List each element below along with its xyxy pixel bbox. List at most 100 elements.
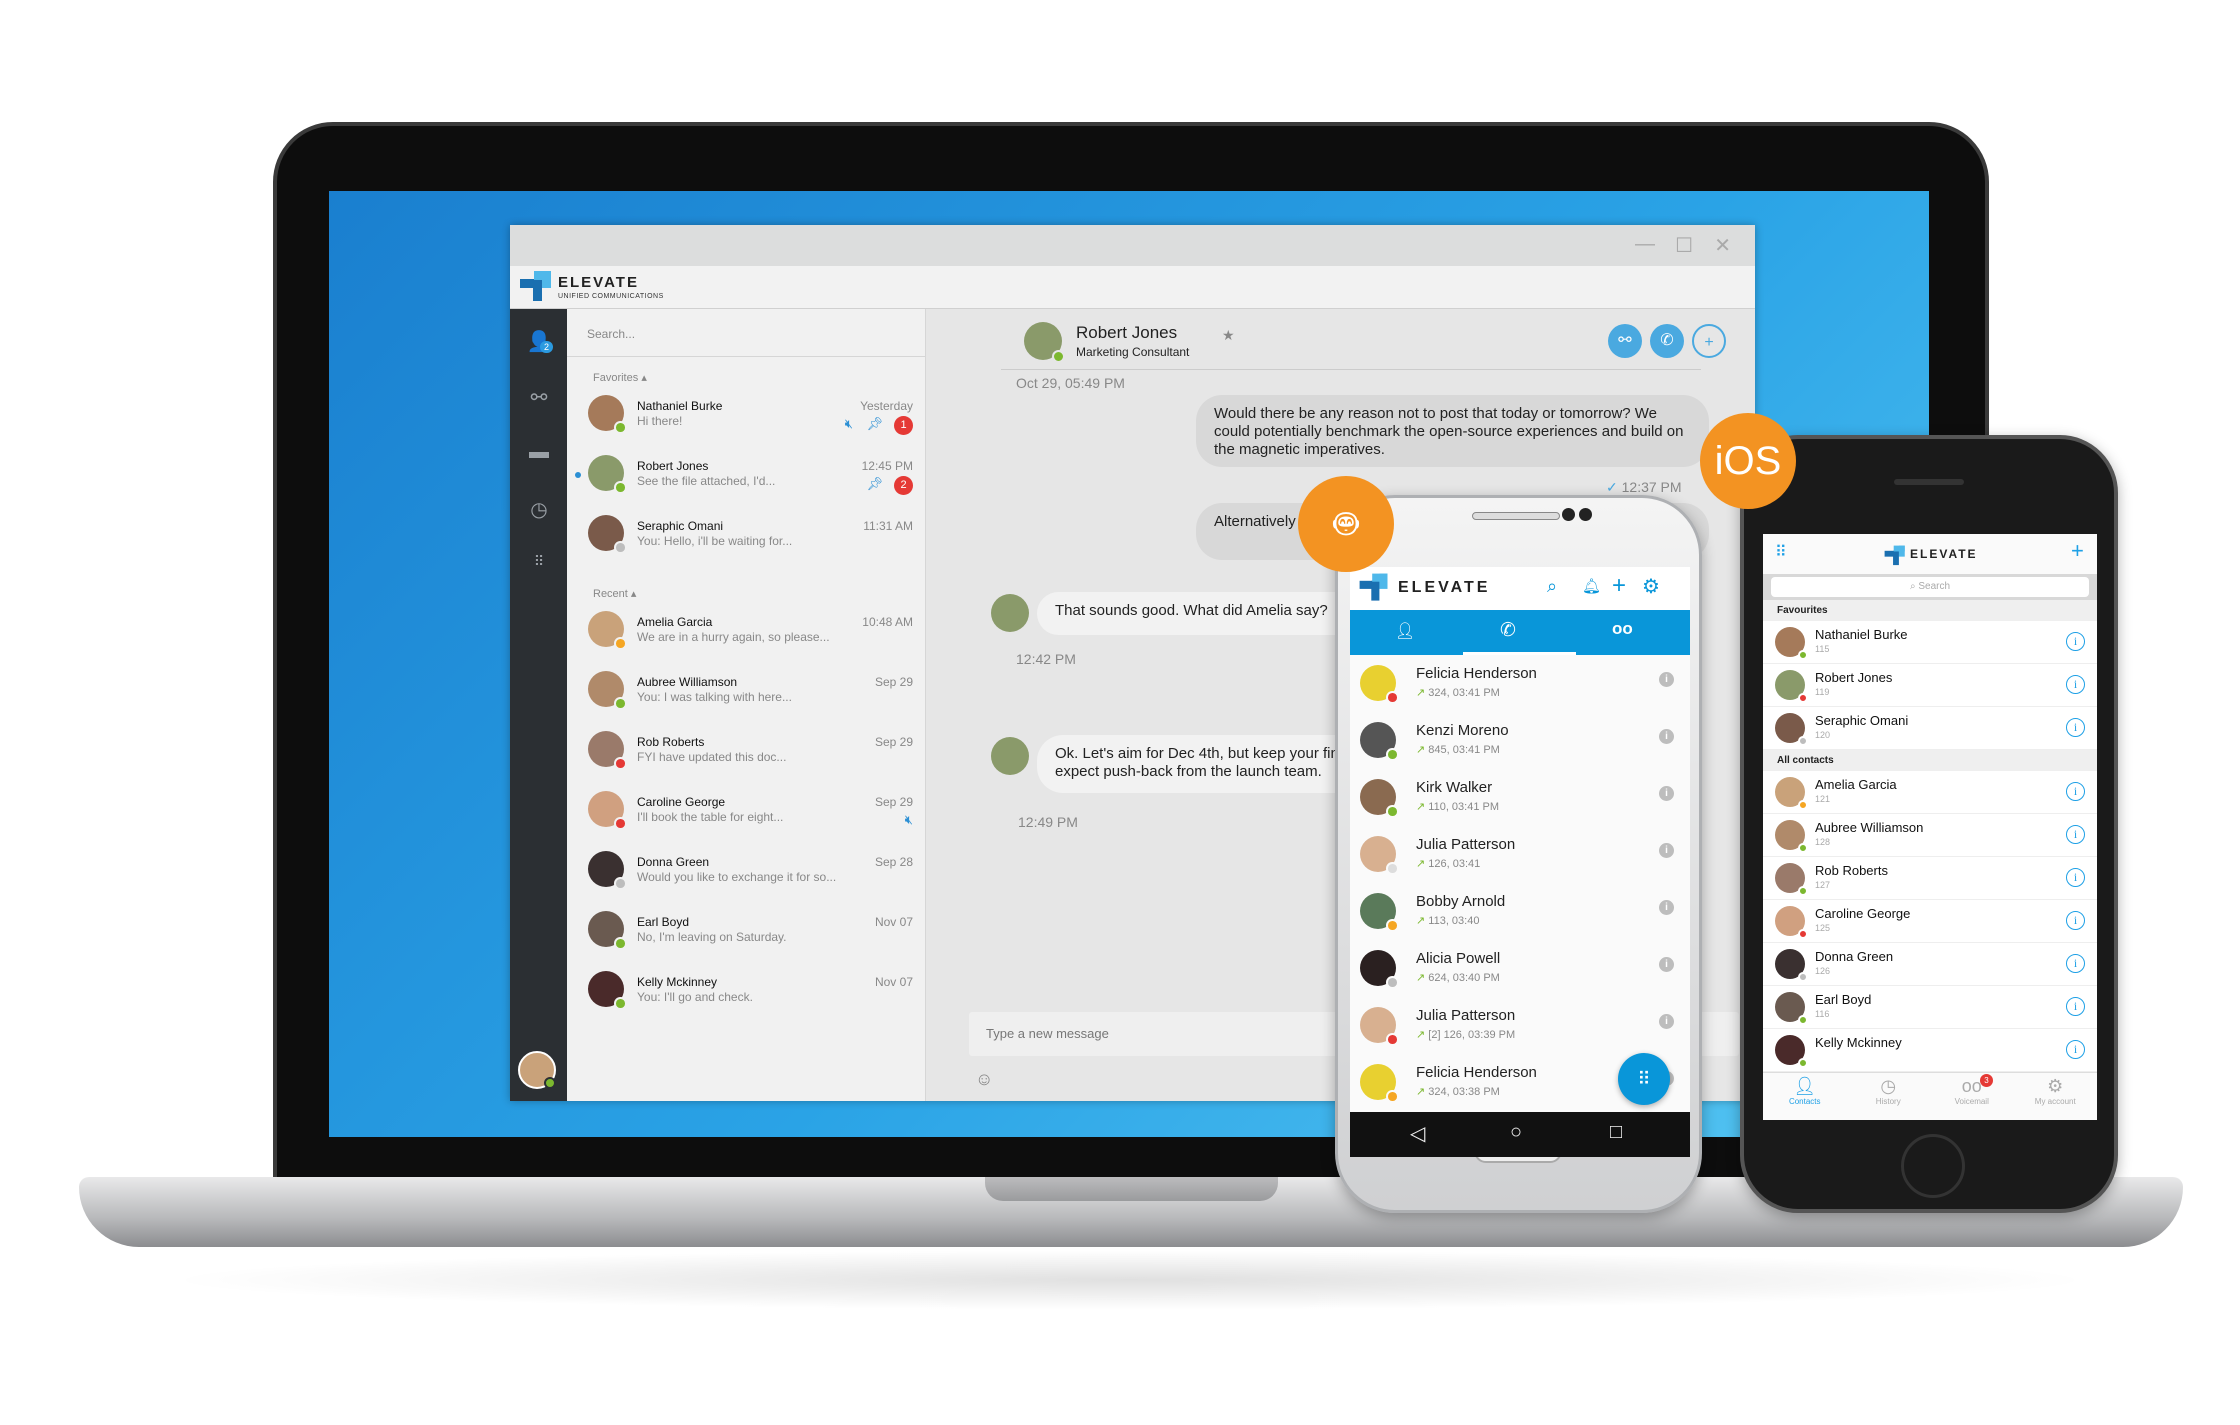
speaker-grille (1472, 512, 1560, 520)
info-icon[interactable]: i (2066, 675, 2085, 694)
contact-item[interactable]: Nathaniel Burke 115 i (1763, 621, 2097, 664)
add-icon[interactable]: + (1612, 572, 1626, 600)
conversation-item[interactable]: Amelia Garcia We are in a hurry again, so… (567, 609, 925, 669)
search-input[interactable]: Search... (567, 309, 925, 357)
pin-icon[interactable]: 📌︎ (866, 416, 883, 432)
favorites-section-header[interactable]: Favorites ▴ (567, 357, 925, 393)
info-icon[interactable]: i (2066, 1040, 2085, 1059)
info-icon[interactable]: i (1659, 729, 1674, 744)
minimize-button[interactable]: — (1635, 233, 1655, 256)
dialpad-icon[interactable]: ⠿ (524, 553, 554, 577)
contact-item[interactable]: Amelia Garcia 121 i (1763, 771, 2097, 814)
info-icon[interactable]: i (2066, 997, 2085, 1016)
voicemail-icon: oo (1961, 1076, 1982, 1096)
conversation-item[interactable]: Caroline George I'll book the table for e… (567, 789, 925, 849)
settings-gear-icon[interactable]: ⚙ (1642, 574, 1660, 599)
pin-icon[interactable]: 📌︎ (866, 476, 883, 492)
call-detail-text: [2] 126, 03:39 PM (1428, 1029, 1516, 1041)
status-online-indicator (1386, 748, 1399, 761)
search-input[interactable]: ⌕ Search (1771, 577, 2089, 597)
contact-name: Caroline George (637, 795, 726, 809)
recent-section-header[interactable]: Recent ▴ (567, 573, 925, 609)
call-item[interactable]: Julia Patterson ↗ [2] 126, 03:39 PM i (1350, 997, 1690, 1054)
contact-item[interactable]: Seraphic Omani 120 i (1763, 707, 2097, 750)
tab-voicemail[interactable]: oo Voicemail 3 (1930, 1073, 2014, 1120)
muted-icon[interactable]: 🔇︎ (905, 812, 913, 828)
info-icon[interactable]: i (1659, 900, 1674, 915)
contact-item[interactable]: Caroline George 125 i (1763, 900, 2097, 943)
android-icon: 🤖︎ (1298, 476, 1394, 572)
info-icon[interactable]: i (1659, 843, 1674, 858)
message-time: Sep 29 (874, 675, 913, 689)
call-item[interactable]: Alicia Powell ↗ 624, 03:40 PM i (1350, 940, 1690, 997)
info-icon[interactable]: i (1659, 672, 1674, 687)
share-icon[interactable]: ⚯ (524, 385, 554, 409)
conversation-item[interactable]: Earl Boyd No, I'm leaving on Saturday. Nov… (567, 909, 925, 969)
call-button[interactable]: ✆ (1650, 324, 1684, 358)
info-icon[interactable]: i (2066, 718, 2085, 737)
emoji-icon[interactable]: ☺ (975, 1069, 993, 1090)
conversation-item[interactable]: Kelly Mckinney You: I'll go and check. Nov… (567, 969, 925, 1029)
favorite-star-icon[interactable]: ★ (1222, 327, 1235, 344)
add-user-button[interactable]: + (1692, 324, 1726, 358)
info-icon[interactable]: i (2066, 954, 2085, 973)
home-nav-button[interactable]: ○ (1510, 1121, 1522, 1144)
avatar (1360, 1007, 1399, 1046)
call-item[interactable]: Bobby Arnold ↗ 113, 03:40 i (1350, 883, 1690, 940)
contact-item[interactable]: Donna Green 126 i (1763, 943, 2097, 986)
call-detail-text: 126, 03:41 (1428, 858, 1481, 870)
apps-grid-icon[interactable]: ⠿ (1775, 542, 1787, 562)
info-icon[interactable]: i (1659, 957, 1674, 972)
tab-my-account[interactable]: ⚙ My account (2014, 1073, 2098, 1120)
conversation-item[interactable]: Donna Green Would you like to exchange it… (567, 849, 925, 909)
user-avatar[interactable] (518, 1051, 556, 1089)
contact-item[interactable]: Robert Jones 119 i (1763, 664, 2097, 707)
call-item[interactable]: Kenzi Moreno ↗ 845, 03:41 PM i (1350, 712, 1690, 769)
tab-history[interactable]: ◷ History (1847, 1073, 1931, 1120)
conversation-item[interactable]: Seraphic Omani You: Hello, i'll be waitin… (567, 513, 925, 573)
contact-item[interactable]: Aubree Williamson 128 i (1763, 814, 2097, 857)
contact-name: Rob Roberts (637, 735, 705, 749)
conversation-item[interactable]: Robert Jones See the file attached, I'd..… (567, 453, 925, 513)
tab-contacts[interactable]: 👤︎ Contacts (1763, 1073, 1847, 1120)
contact-avatar (991, 737, 1029, 775)
info-icon[interactable]: i (2066, 782, 2085, 801)
conversation-item[interactable]: Nathaniel Burke Hi there! Yesterday 1 📌︎ 🔇︎ (567, 393, 925, 453)
contacts-icon[interactable]: 👤 2 (524, 329, 554, 353)
info-icon[interactable]: i (1659, 786, 1674, 801)
info-icon[interactable]: i (2066, 825, 2085, 844)
share-button[interactable]: ⚯ (1608, 324, 1642, 358)
maximize-button[interactable]: ☐ (1675, 233, 1693, 258)
contact-name: Robert Jones (637, 459, 709, 473)
search-icon[interactable]: ⌕ (1547, 576, 1557, 597)
clock-icon[interactable]: ◷ (524, 497, 554, 521)
muted-icon[interactable]: 🔇︎ (845, 416, 853, 432)
contact-item[interactable]: Rob Roberts 127 i (1763, 857, 2097, 900)
avatar (1775, 863, 1808, 896)
call-item[interactable]: Felicia Henderson ↗ 324, 03:41 PM i (1350, 655, 1690, 712)
back-button[interactable]: ◁ (1410, 1121, 1425, 1146)
call-item[interactable]: Julia Patterson ↗ 126, 03:41 i (1350, 826, 1690, 883)
tab-contacts[interactable]: 👤︎ (1395, 621, 1415, 641)
conversation-item[interactable]: Aubree Williamson You: I was talking with… (567, 669, 925, 729)
tab-calls[interactable]: ✆ (1500, 619, 1516, 642)
dialpad-fab[interactable]: ⠿ (1618, 1053, 1670, 1105)
close-button[interactable]: ✕ (1714, 233, 1731, 258)
folder-icon[interactable]: ▬ (524, 441, 554, 465)
contact-item[interactable]: Kelly Mckinney i (1763, 1029, 2097, 1072)
call-item[interactable]: Kirk Walker ↗ 110, 03:41 PM i (1350, 769, 1690, 826)
tab-voicemail[interactable]: oo (1612, 619, 1633, 639)
add-icon[interactable]: + (2071, 538, 2084, 564)
info-icon[interactable]: i (2066, 868, 2085, 887)
elevate-logo (1359, 573, 1389, 603)
info-icon[interactable]: i (2066, 911, 2085, 930)
home-button[interactable] (1901, 1134, 1965, 1198)
avatar (588, 971, 627, 1010)
bell-icon[interactable]: 🔔︎ (1582, 577, 1601, 595)
info-icon[interactable]: i (2066, 632, 2085, 651)
contact-name: Donna Green (1815, 949, 1894, 964)
contact-item[interactable]: Earl Boyd 116 i (1763, 986, 2097, 1029)
conversation-item[interactable]: Rob Roberts FYI have updated this doc... S… (567, 729, 925, 789)
info-icon[interactable]: i (1659, 1014, 1674, 1029)
recents-button[interactable]: □ (1610, 1121, 1622, 1144)
